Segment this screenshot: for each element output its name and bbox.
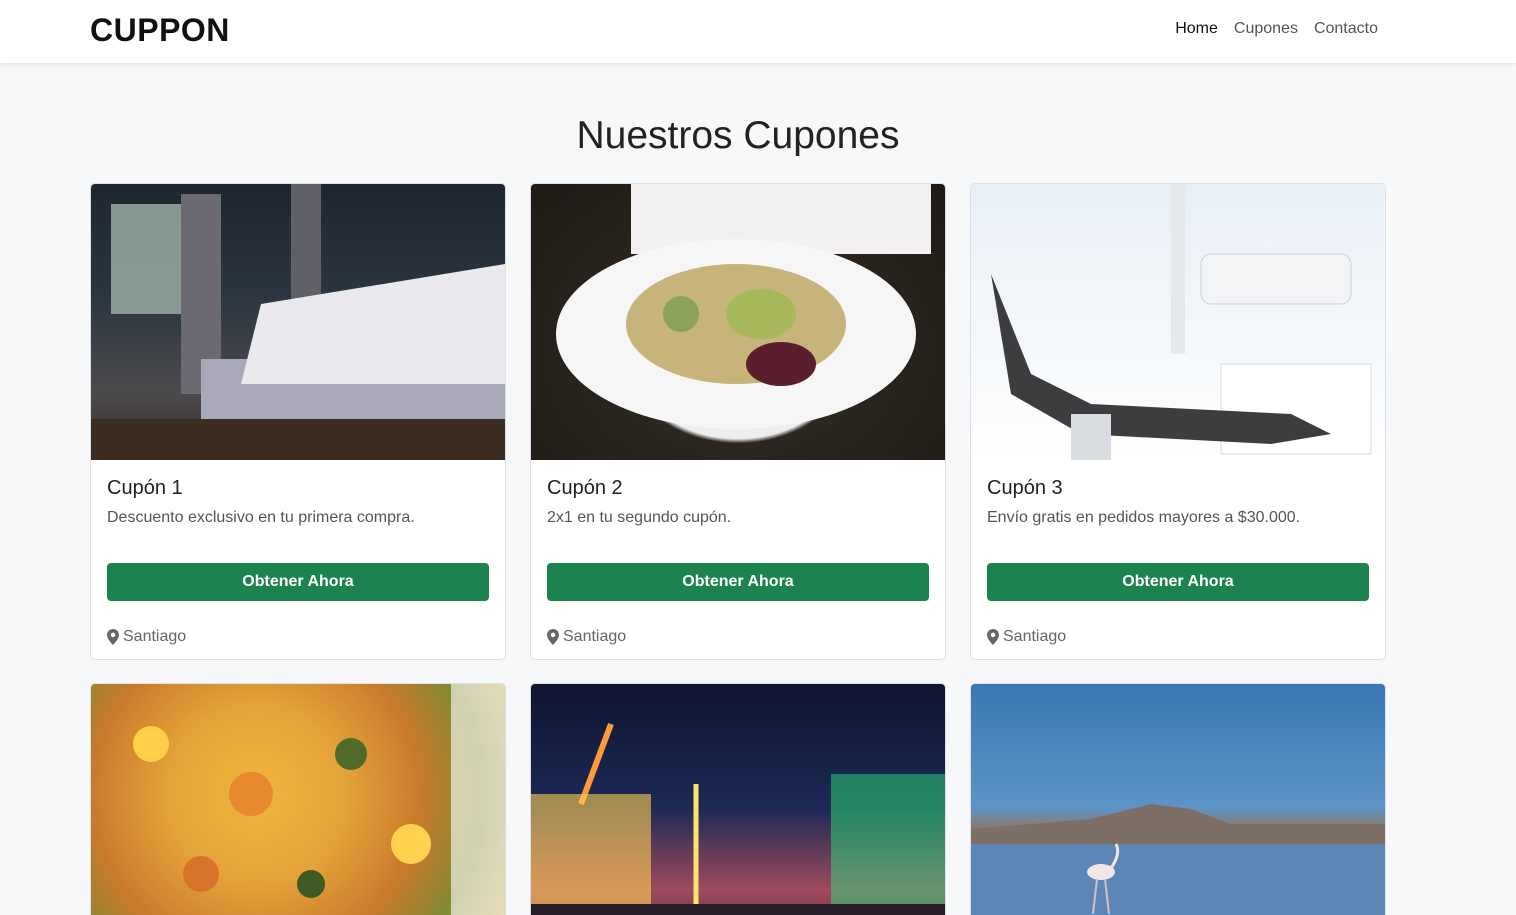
nav-link-cupones[interactable]: Cupones xyxy=(1234,19,1298,39)
salad-illustration xyxy=(556,184,931,429)
map-pin-icon xyxy=(987,629,999,645)
card-title: Cupón 3 xyxy=(987,477,1063,499)
card-image-vegetable-dish xyxy=(91,684,505,915)
card-location: Santiago xyxy=(107,627,489,659)
coupon-card: Cupón 1 Descuento exclusivo en tu primer… xyxy=(90,183,506,660)
nav-link-home[interactable]: Home xyxy=(1175,19,1218,39)
bedroom-illustration xyxy=(91,184,505,460)
card-body: Cupón 1 Descuento exclusivo en tu primer… xyxy=(91,460,505,659)
card-image-flamingo-lake xyxy=(971,684,1385,915)
obtener-ahora-button[interactable]: Obtener Ahora xyxy=(987,563,1369,601)
card-text: 2x1 en tu segundo cupón. xyxy=(547,509,732,526)
map-pin-icon xyxy=(547,629,559,645)
card-body: Cupón 2 2x1 en tu segundo cupón. Obtener… xyxy=(531,460,945,659)
nav-links: Home Cupones Contacto xyxy=(1175,19,1378,39)
navbar: CUPPON Home Cupones Contacto xyxy=(0,0,1516,63)
map-pin-icon xyxy=(107,629,119,645)
location-label: Santiago xyxy=(563,628,627,645)
vegetable-dish-illustration xyxy=(133,684,505,915)
dental-chair-illustration xyxy=(991,184,1372,460)
card-image-bedroom xyxy=(91,184,505,460)
card-text: Envío gratis en pedidos mayores a $30.00… xyxy=(987,509,1301,526)
coupon-card: Cupón 2 2x1 en tu segundo cupón. Obtener… xyxy=(530,183,946,660)
location-label: Santiago xyxy=(123,628,187,645)
coupon-card xyxy=(90,683,506,915)
obtener-ahora-button[interactable]: Obtener Ahora xyxy=(547,563,929,601)
card-image-night-fair xyxy=(531,684,945,915)
nav-link-contacto[interactable]: Contacto xyxy=(1314,19,1378,39)
flamingo-lake-illustration xyxy=(971,804,1385,915)
card-location: Santiago xyxy=(987,627,1369,659)
card-title: Cupón 2 xyxy=(547,477,623,499)
card-text: Descuento exclusivo en tu primera compra… xyxy=(107,509,415,526)
coupon-card xyxy=(530,683,946,915)
card-title: Cupón 1 xyxy=(107,477,183,499)
obtener-ahora-button[interactable]: Obtener Ahora xyxy=(107,563,489,601)
card-location: Santiago xyxy=(547,627,929,659)
card-body: Cupón 3 Envío gratis en pedidos mayores … xyxy=(971,460,1385,659)
card-image-salad xyxy=(531,184,945,460)
card-image-dental xyxy=(971,184,1385,460)
location-label: Santiago xyxy=(1003,628,1067,645)
page-title: Nuestros Cupones xyxy=(576,114,900,157)
brand-logo[interactable]: CUPPON xyxy=(90,12,230,48)
coupon-card: Cupón 3 Envío gratis en pedidos mayores … xyxy=(970,183,1386,660)
night-fair-illustration xyxy=(531,722,945,915)
coupon-card xyxy=(970,683,1386,915)
